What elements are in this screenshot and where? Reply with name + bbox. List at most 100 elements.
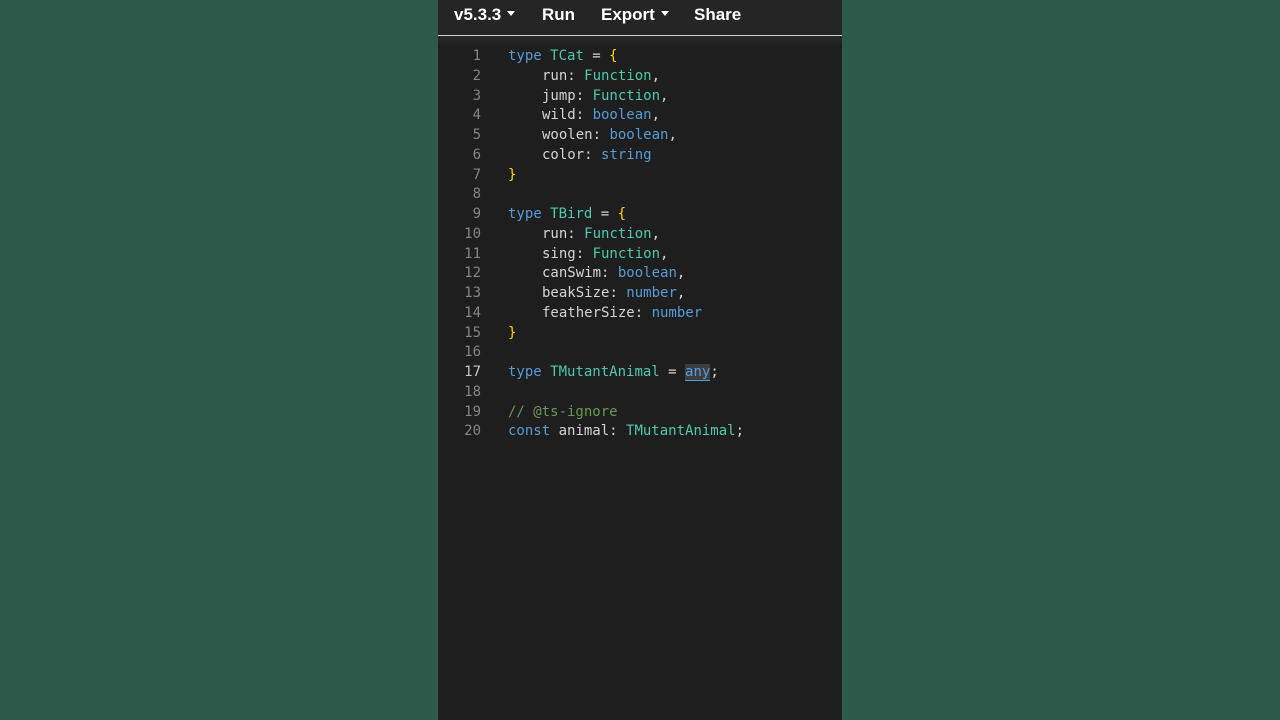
share-button[interactable]: Share [694,4,741,26]
code-token: type [508,206,542,222]
code-token: : [567,225,585,242]
code-line[interactable]: 14 featherSize: number [438,303,842,323]
code-line[interactable]: 5 woolen: boolean, [438,125,842,145]
code-line[interactable]: 2 run: Function, [438,66,842,86]
code-token: TCat [550,48,584,64]
code-token: run [542,67,568,84]
code-line[interactable]: 13 beakSize: number, [438,283,842,303]
code-line[interactable]: 7} [438,165,842,185]
ts-playground: v5.3.3 Run Export Share 1 type TCat = {2 r… [438,0,842,720]
code-token: ; [735,423,745,440]
code-text: jump: Function, [508,86,668,106]
code-token: canSwim [542,265,602,282]
line-number: 7 [472,166,481,183]
code-token: TBird [550,206,593,222]
code-token: type [508,48,542,64]
share-label: Share [694,5,742,24]
code-token: type [508,364,542,380]
caret-down-icon [507,11,516,17]
code-token: number [626,285,677,301]
code-line[interactable]: 3 jump: Function, [438,86,842,106]
code-token: : [575,245,593,262]
code-line[interactable]: 20 const animal: TMutantAnimal; [438,421,842,441]
line-number: 8 [472,186,481,203]
selected-token: any [685,364,711,381]
code-token: : [634,304,652,321]
code-line[interactable]: 17 type TMutantAnimal = any; [438,362,842,382]
line-number: 12 [464,265,481,282]
export-dropdown[interactable]: Export [601,4,669,26]
code-line[interactable]: 9 type TBird = { [438,204,842,224]
line-number: 1 [472,48,481,64]
line-number: 3 [472,87,481,104]
code-token: // @ts-ignore [508,403,618,420]
code-text: beakSize: number, [508,283,685,303]
line-number: 14 [464,304,481,321]
toolbar-shadow [438,36,842,46]
code-token: featherSize [542,304,635,321]
code-text: // @ts-ignore [508,402,618,422]
code-line[interactable]: 15} [438,323,842,343]
line-number: 2 [472,67,481,84]
code-line[interactable]: 8 [438,184,842,204]
code-token: Function [584,225,652,242]
code-editor[interactable]: 1 type TCat = {2 run: Function, 3 jump: Func… [438,46,842,720]
code-line[interactable]: 19 // @ts-ignore [438,402,842,422]
code-text: color: string [508,145,652,165]
code-token: TMutantAnimal [626,423,736,440]
line-number: 5 [472,127,481,143]
line-number: 17 [464,364,481,380]
line-number: 10 [464,225,481,242]
code-token: boolean [617,265,677,282]
code-token: const [508,423,551,440]
code-text: canSwim: boolean, [508,263,685,283]
code-text: run: Function, [508,66,660,86]
code-text: type TCat = { [508,46,618,66]
toolbar: v5.3.3 Run Export Share [438,0,842,36]
code-token: beakSize [542,285,610,301]
code-line[interactable]: 12 canSwim: boolean, [438,263,842,283]
line-number: 9 [472,206,481,222]
code-text: wild: boolean, [508,105,660,125]
code-token: , [676,285,686,301]
line-number: 6 [472,146,481,163]
code-text: } [508,165,516,185]
code-line[interactable]: 4 wild: boolean, [438,105,842,125]
code-line[interactable]: 1 type TCat = { [438,46,842,66]
code-text: woolen: boolean, [508,125,677,145]
code-token: number [651,304,703,321]
version-label: v5.3.3 [454,5,502,24]
code-token: , [676,265,686,282]
code-token: = [659,364,686,380]
code-text: sing: Function, [508,244,668,264]
export-label: Export [601,5,655,24]
code-token: TMutantAnimal [550,364,660,380]
code-text: type TMutantAnimal = any; [508,362,719,382]
line-number: 15 [464,324,481,341]
code-token: woolen [542,127,593,143]
code-token: : [592,127,610,143]
code-token: Function [584,67,652,84]
line-number: 11 [464,245,481,262]
run-button[interactable]: Run [542,4,575,26]
code-text: } [508,323,516,343]
code-token: , [660,87,669,104]
code-token: animal: [550,423,627,440]
version-dropdown[interactable]: v5.3.3 [454,4,516,26]
code-token: boolean [592,107,652,124]
code-token: , [651,225,661,242]
background-left [0,0,438,720]
code-line[interactable]: 16 [438,342,842,362]
code-text: type TBird = { [508,204,626,224]
code-line[interactable]: 11 sing: Function, [438,244,842,264]
line-number: 13 [464,285,481,301]
code-line[interactable]: 6 color: string [438,145,842,165]
code-line[interactable]: 10 run: Function, [438,224,842,244]
code-token: { [609,48,618,64]
code-text: const animal: TMutantAnimal; [508,421,744,441]
code-line[interactable]: 18 [438,382,842,402]
code-token: jump [542,87,576,104]
